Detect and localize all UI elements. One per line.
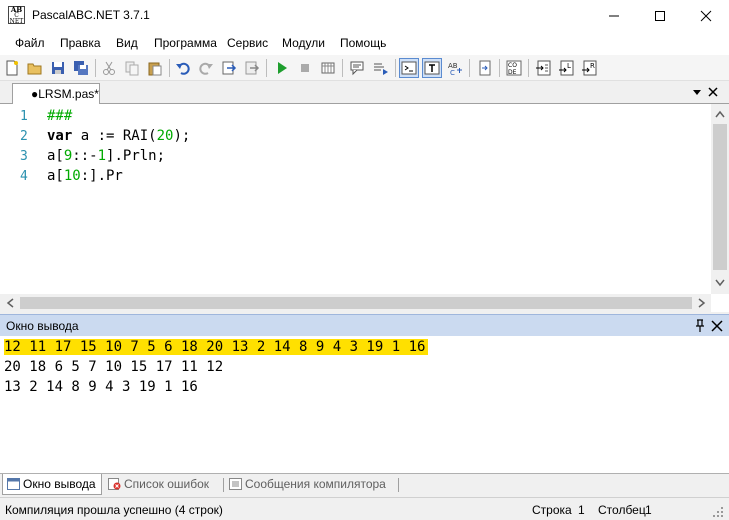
- toolbar: AB C CO DE L R: [0, 55, 729, 81]
- scroll-right-arrow-icon[interactable]: [694, 295, 710, 311]
- code-line: ###: [47, 108, 73, 124]
- tab-compiler-messages[interactable]: Сообщения компилятора: [225, 474, 397, 495]
- menu-service[interactable]: Сервис: [227, 36, 268, 50]
- column-label: Столбец: [598, 503, 646, 517]
- output-panel-title: Окно вывода: [6, 319, 79, 333]
- scroll-left-arrow-icon[interactable]: [2, 295, 18, 311]
- svg-text:CO: CO: [508, 62, 517, 69]
- tab-label: Список ошибок: [124, 477, 210, 491]
- minimize-button[interactable]: [591, 0, 637, 31]
- close-icon: [708, 87, 718, 97]
- text-icon[interactable]: [422, 58, 442, 78]
- svg-text:C: C: [450, 69, 455, 76]
- maximize-icon: [655, 10, 665, 21]
- line-number: 2: [20, 129, 28, 144]
- chevron-down-icon: [693, 90, 701, 95]
- close-icon: [711, 320, 723, 332]
- compile-icon[interactable]: [219, 58, 239, 78]
- scroll-up-arrow-icon[interactable]: [712, 106, 728, 122]
- row-value: 1: [578, 503, 585, 517]
- tab-list-button[interactable]: [690, 85, 704, 99]
- code-editor[interactable]: 1 2 3 4 ### var a := RAI(20); a[9::-1].P…: [0, 104, 729, 312]
- menu-modules[interactable]: Модули: [282, 36, 325, 50]
- new-file-icon[interactable]: [2, 58, 22, 78]
- tab-output-window[interactable]: Окно вывода: [2, 474, 102, 495]
- code-line: a[9::-1].Prln;: [47, 148, 166, 164]
- editor-tab-bar: ●LRSM.pas*: [0, 81, 729, 105]
- menu-program[interactable]: Программа: [154, 36, 217, 50]
- window-title: PascalABC.NET 3.7.1: [32, 8, 150, 22]
- build-icon[interactable]: [242, 58, 262, 78]
- pin-icon: [696, 319, 704, 332]
- code-line: var a := RAI(20);: [47, 128, 191, 144]
- scrollbar-thumb[interactable]: [20, 297, 692, 309]
- scroll-down-arrow-icon[interactable]: [712, 275, 728, 291]
- tab-lrsm[interactable]: ●LRSM.pas*: [12, 83, 100, 105]
- debug-icon[interactable]: [318, 58, 338, 78]
- line-number-gutter: 1 2 3 4: [0, 104, 38, 294]
- menu-bar: Файл Правка Вид Программа Сервис Модули …: [0, 31, 729, 55]
- line-number: 1: [20, 109, 28, 124]
- line-number: 3: [20, 149, 28, 164]
- paste-icon[interactable]: [145, 58, 165, 78]
- line-number: 4: [20, 169, 28, 184]
- maximize-button[interactable]: [637, 0, 683, 31]
- step-over-icon[interactable]: L: [556, 58, 576, 78]
- menu-view[interactable]: Вид: [116, 36, 138, 50]
- save-icon[interactable]: [48, 58, 68, 78]
- run-icon[interactable]: [272, 58, 292, 78]
- compiler-messages-icon: [229, 478, 242, 490]
- svg-text:L: L: [567, 62, 571, 70]
- redo-icon[interactable]: [196, 58, 216, 78]
- column-value: 1: [645, 503, 652, 517]
- error-list-icon: [108, 478, 121, 490]
- output-line: 12 11 17 15 10 7 5 6 18 20 13 2 14 8 9 4…: [4, 339, 429, 355]
- save-all-icon[interactable]: [71, 58, 91, 78]
- output-text-area[interactable]: 12 11 17 15 10 7 5 6 18 20 13 2 14 8 9 4…: [0, 336, 729, 474]
- svg-text:DE: DE: [508, 69, 517, 76]
- tab-label: ●LRSM.pas*: [31, 87, 99, 101]
- svg-text:R: R: [590, 62, 595, 70]
- editor-horizontal-scrollbar[interactable]: [0, 294, 711, 312]
- title-bar: AB C NET PascalABC.NET 3.7.1: [0, 0, 729, 31]
- comment-icon[interactable]: [348, 58, 368, 78]
- stop-icon[interactable]: [295, 58, 315, 78]
- cut-icon[interactable]: [99, 58, 119, 78]
- row-label: Строка: [532, 503, 572, 517]
- output-line: 20 18 6 5 7 10 15 17 11 12: [4, 359, 224, 375]
- navigate-icon[interactable]: [475, 58, 495, 78]
- status-message: Компиляция прошла успешно (4 строк): [5, 503, 223, 517]
- menu-file[interactable]: Файл: [15, 36, 45, 50]
- status-bar: Компиляция прошла успешно (4 строк) Стро…: [0, 497, 729, 520]
- tab-close-button[interactable]: [706, 85, 720, 99]
- uncomment-icon[interactable]: [371, 58, 391, 78]
- format-icon[interactable]: AB C: [445, 58, 465, 78]
- console-icon[interactable]: [399, 58, 419, 78]
- pin-button[interactable]: [694, 319, 706, 333]
- open-file-icon[interactable]: [25, 58, 45, 78]
- menu-help[interactable]: Помощь: [340, 36, 386, 50]
- output-line: 13 2 14 8 9 4 3 19 1 16: [4, 379, 198, 395]
- tab-label: Окно вывода: [23, 477, 96, 491]
- scrollbar-thumb[interactable]: [713, 124, 727, 270]
- output-panel-header: Окно вывода: [0, 314, 729, 336]
- copy-icon[interactable]: [122, 58, 142, 78]
- step-out-icon[interactable]: R: [579, 58, 599, 78]
- bottom-panel-tabs: Окно вывода Список ошибок Сообщения комп…: [0, 474, 729, 496]
- step-into-icon[interactable]: [533, 58, 553, 78]
- undo-icon[interactable]: [173, 58, 193, 78]
- output-close-button[interactable]: [711, 320, 723, 332]
- app-icon: AB C NET: [8, 5, 25, 25]
- resize-grip-icon[interactable]: [712, 506, 724, 518]
- menu-edit[interactable]: Правка: [60, 36, 101, 50]
- output-window-icon: [7, 478, 20, 490]
- code-icon[interactable]: CO DE: [504, 58, 524, 78]
- tab-error-list[interactable]: Список ошибок: [104, 474, 222, 495]
- tab-label: Сообщения компилятора: [245, 477, 386, 491]
- editor-vertical-scrollbar[interactable]: [711, 104, 729, 294]
- code-line: a[10:].Pr: [47, 168, 123, 184]
- close-button[interactable]: [683, 0, 729, 31]
- minimize-icon: [609, 15, 619, 16]
- close-icon: [700, 10, 712, 21]
